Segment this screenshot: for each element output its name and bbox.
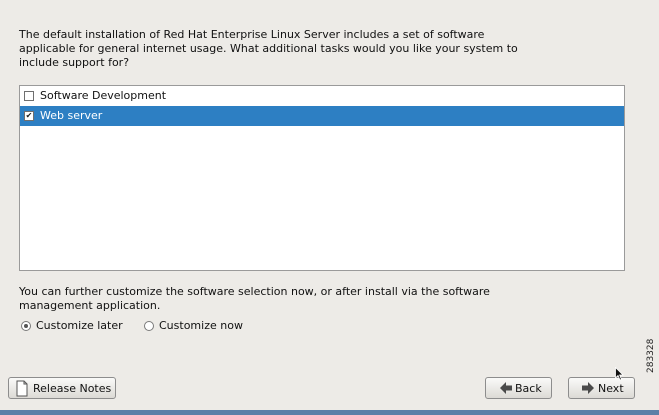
customize-description: You can further customize the software s…: [19, 285, 539, 313]
back-label: Back: [515, 382, 542, 395]
next-label: Next: [598, 382, 624, 395]
release-notes-button[interactable]: Release Notes: [8, 377, 116, 399]
mouse-pointer-icon: [615, 366, 625, 381]
software-development-checkbox[interactable]: [24, 91, 34, 101]
release-notes-label: Release Notes: [33, 382, 112, 395]
customize-line-1: You can further customize the software s…: [19, 285, 490, 298]
intro-line-3: include support for?: [19, 56, 130, 69]
radio-indicator-unchecked[interactable]: [144, 321, 154, 331]
customize-later-label: Customize later: [36, 319, 123, 332]
customize-now-label: Customize now: [159, 319, 243, 332]
arrow-left-icon: [499, 378, 513, 406]
radio-indicator-checked[interactable]: [21, 321, 31, 331]
document-icon: [16, 378, 28, 406]
task-item-software-development[interactable]: Software Development: [20, 86, 624, 106]
intro-line-1: The default installation of Red Hat Ente…: [19, 28, 485, 41]
intro-line-2: applicable for general internet usage. W…: [19, 42, 518, 55]
web-server-checkbox[interactable]: ✔: [24, 111, 34, 121]
arrow-right-icon: [581, 378, 595, 406]
customize-line-2: management application.: [19, 299, 161, 312]
intro-text: The default installation of Red Hat Ente…: [19, 28, 539, 70]
task-item-web-server[interactable]: ✔ Web server: [20, 106, 624, 126]
task-item-label: Software Development: [40, 89, 167, 102]
footer-divider: [0, 410, 659, 415]
task-item-label: Web server: [40, 109, 103, 122]
figure-id: 283328: [646, 338, 656, 373]
task-list[interactable]: Software Development ✔ Web server: [19, 85, 625, 271]
back-button[interactable]: Back: [485, 377, 552, 399]
